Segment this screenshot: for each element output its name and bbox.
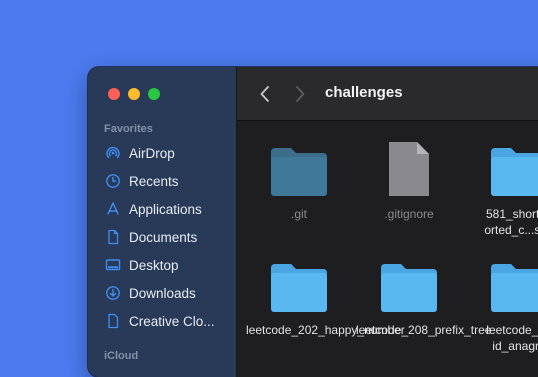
folder-icon xyxy=(466,136,538,198)
file-icon xyxy=(104,312,122,330)
folder-icon xyxy=(466,252,538,314)
folder-icon xyxy=(246,252,352,314)
file-name: leetcode_24 id_anagra xyxy=(486,323,538,353)
sidebar-item-downloads[interactable]: Downloads xyxy=(104,282,232,304)
sidebar-item-creative-cloud[interactable]: Creative Clo... xyxy=(104,310,232,332)
folder-icon xyxy=(246,136,352,198)
file-item-leetcode-24[interactable]: leetcode_24 id_anagra xyxy=(466,252,538,354)
folder-icon xyxy=(356,252,462,314)
desktop-icon xyxy=(104,256,122,274)
back-button[interactable] xyxy=(256,84,274,104)
finder-window: Favorites AirDrop Recents Applications D… xyxy=(88,67,538,377)
icloud-section-label: iCloud xyxy=(104,350,139,362)
sidebar-item-label: Desktop xyxy=(129,257,179,273)
file-item-581[interactable]: 581_shortes orted_c...sub xyxy=(466,136,538,238)
download-icon xyxy=(104,284,122,302)
window-title: challenges xyxy=(325,84,403,101)
minimize-button[interactable] xyxy=(128,88,140,100)
main-content: challenges .git .gitignore 581_shortes o… xyxy=(237,67,538,377)
document-icon xyxy=(356,136,462,198)
sidebar-item-label: Recents xyxy=(129,173,179,189)
airdrop-icon xyxy=(104,144,122,162)
document-icon xyxy=(104,228,122,246)
file-name: 581_shortes orted_c...sub xyxy=(484,207,538,237)
file-item-git[interactable]: .git xyxy=(246,136,352,222)
chevron-right-icon xyxy=(296,86,305,102)
sidebar-item-airdrop[interactable]: AirDrop xyxy=(104,142,232,164)
file-name: leetcode_208_prefix_tree xyxy=(356,323,492,337)
favorites-section-label: Favorites xyxy=(104,123,153,135)
file-name: .git xyxy=(290,207,307,221)
clock-icon xyxy=(104,172,122,190)
forward-button[interactable] xyxy=(291,84,309,104)
applications-icon xyxy=(104,200,122,218)
file-item-leetcode-208[interactable]: leetcode_208_prefix_tree xyxy=(356,252,492,338)
sidebar-item-label: Downloads xyxy=(129,285,196,301)
toolbar: challenges xyxy=(237,67,538,121)
chevron-left-icon xyxy=(260,86,269,102)
sidebar-item-label: Creative Clo... xyxy=(129,313,215,329)
file-name: leetcode_202_happy_number xyxy=(246,323,405,337)
sidebar-item-recents[interactable]: Recents xyxy=(104,170,232,192)
sidebar: Favorites AirDrop Recents Applications D… xyxy=(88,67,237,377)
sidebar-item-applications[interactable]: Applications xyxy=(104,198,232,220)
close-button[interactable] xyxy=(108,88,120,100)
sidebar-item-label: AirDrop xyxy=(129,145,175,161)
file-item-gitignore[interactable]: .gitignore xyxy=(356,136,462,222)
zoom-button[interactable] xyxy=(148,88,160,100)
file-name: .gitignore xyxy=(384,207,434,221)
sidebar-item-label: Applications xyxy=(129,201,202,217)
file-item-leetcode-202[interactable]: leetcode_202_happy_number xyxy=(246,252,405,338)
sidebar-item-documents[interactable]: Documents xyxy=(104,226,232,248)
sidebar-item-desktop[interactable]: Desktop xyxy=(104,254,232,276)
sidebar-item-label: Documents xyxy=(129,229,198,245)
